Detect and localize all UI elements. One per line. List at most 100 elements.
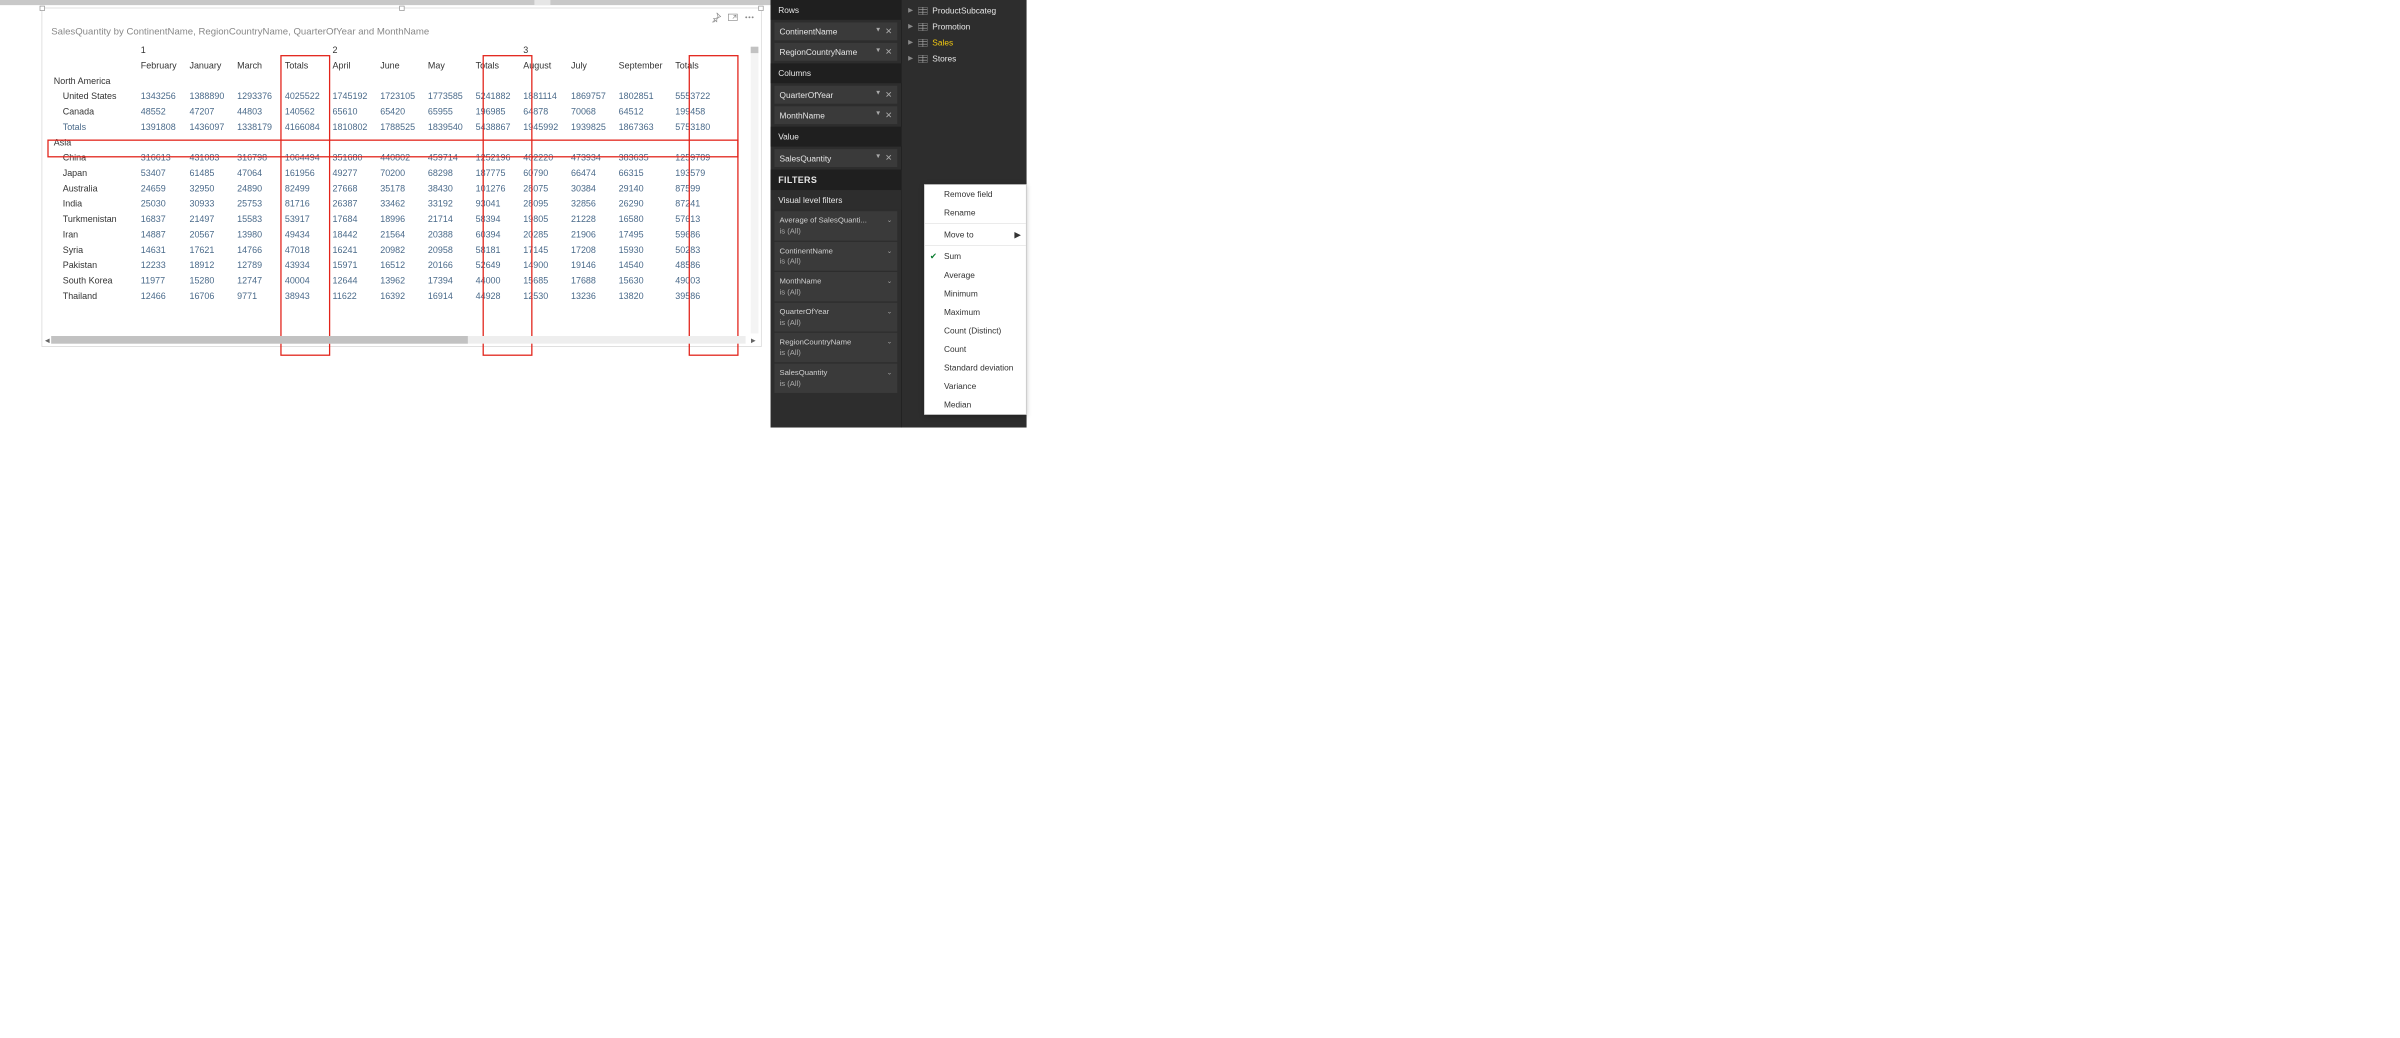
cell-value[interactable]: 21714 xyxy=(422,211,470,226)
cell-value[interactable]: 66315 xyxy=(612,165,669,180)
menu-rename[interactable]: Rename xyxy=(925,204,1026,223)
columns-field-well[interactable]: MonthName▼✕ xyxy=(774,106,897,124)
cell-value[interactable]: 33192 xyxy=(422,196,470,211)
menu-median[interactable]: Median xyxy=(925,396,1026,415)
cell-value[interactable]: 13980 xyxy=(231,227,279,242)
cell-value[interactable]: 1869757 xyxy=(565,88,613,103)
cell-value[interactable]: 193579 xyxy=(669,165,717,180)
row-label[interactable]: Canada xyxy=(51,104,134,119)
fields-table-item[interactable]: ▶ProductSubcateg xyxy=(902,3,1027,19)
cell-value[interactable]: 70200 xyxy=(374,165,422,180)
columns-field-well[interactable]: QuarterOfYear▼✕ xyxy=(774,86,897,104)
filter-card[interactable]: Average of SalesQuanti...is (All)⌄ xyxy=(774,211,897,240)
cell-value[interactable]: 101276 xyxy=(469,180,517,195)
cell-value[interactable]: 161956 xyxy=(278,165,326,180)
cell-value[interactable]: 35178 xyxy=(374,180,422,195)
cell-value[interactable]: 14766 xyxy=(231,242,279,257)
cell-value[interactable]: 1338179 xyxy=(231,119,279,134)
cell-value[interactable]: 52649 xyxy=(469,257,517,272)
vertical-scrollbar[interactable] xyxy=(751,47,759,334)
cell-value[interactable]: 459714 xyxy=(422,150,470,165)
chevron-down-icon[interactable]: ⌄ xyxy=(887,338,892,347)
cell-value[interactable]: 82499 xyxy=(278,180,326,195)
cell-value[interactable]: 14887 xyxy=(134,227,183,242)
chevron-down-icon[interactable]: ⌄ xyxy=(887,308,892,317)
cell-value[interactable]: 68298 xyxy=(422,165,470,180)
scroll-right-icon[interactable]: ► xyxy=(750,336,758,345)
cell-value[interactable]: 17495 xyxy=(612,227,669,242)
pin-icon[interactable] xyxy=(711,12,721,22)
cell-value[interactable]: 16241 xyxy=(326,242,374,257)
cell-value[interactable]: 18442 xyxy=(326,227,374,242)
cell-value[interactable]: 12644 xyxy=(326,273,374,288)
cell-value[interactable]: 12466 xyxy=(134,288,183,303)
cell-value[interactable]: 64878 xyxy=(517,104,565,119)
cell-value[interactable]: 60394 xyxy=(469,227,517,242)
cell-value[interactable]: 402220 xyxy=(517,150,565,165)
menu-sum[interactable]: ✔Sum xyxy=(925,247,1026,266)
row-label[interactable]: Thailand xyxy=(51,288,134,303)
cell-value[interactable]: 26290 xyxy=(612,196,669,211)
resize-handle[interactable] xyxy=(40,6,45,11)
cell-value[interactable]: 44803 xyxy=(231,104,279,119)
cell-value[interactable]: 87599 xyxy=(669,180,717,195)
cell-value[interactable]: 70068 xyxy=(565,104,613,119)
cell-value[interactable]: 43934 xyxy=(278,257,326,272)
cell-value[interactable]: 20567 xyxy=(183,227,231,242)
cell-value[interactable]: 61485 xyxy=(183,165,231,180)
cell-value[interactable]: 58181 xyxy=(469,242,517,257)
chevron-down-icon[interactable]: ⌄ xyxy=(887,216,892,225)
row-label[interactable]: Pakistan xyxy=(51,257,134,272)
cell-value[interactable]: 27668 xyxy=(326,180,374,195)
chevron-down-icon[interactable]: ⌄ xyxy=(887,247,892,256)
cell-value[interactable]: 187775 xyxy=(469,165,517,180)
cell-value[interactable]: 20166 xyxy=(422,257,470,272)
cell-value[interactable]: 47207 xyxy=(183,104,231,119)
cell-value[interactable]: 21497 xyxy=(183,211,231,226)
cell-value[interactable]: 4025522 xyxy=(278,88,326,103)
row-label[interactable]: China xyxy=(51,150,134,165)
cell-value[interactable]: 21228 xyxy=(565,211,613,226)
cell-value[interactable]: 19146 xyxy=(565,257,613,272)
cell-value[interactable]: 17688 xyxy=(565,273,613,288)
chevron-down-icon[interactable]: ▼ xyxy=(875,153,881,163)
cell-value[interactable]: 38943 xyxy=(278,288,326,303)
month-header[interactable]: August xyxy=(517,58,565,73)
remove-field-icon[interactable]: ✕ xyxy=(885,110,892,120)
menu-count-distinct[interactable]: Count (Distinct) xyxy=(925,321,1026,340)
cell-value[interactable]: 1939825 xyxy=(565,119,613,134)
cell-value[interactable]: 16837 xyxy=(134,211,183,226)
row-label[interactable]: Syria xyxy=(51,242,134,257)
cell-value[interactable]: 18912 xyxy=(183,257,231,272)
cell-value[interactable]: 48552 xyxy=(134,104,183,119)
cell-value[interactable]: 431083 xyxy=(183,150,231,165)
cell-value[interactable]: 38430 xyxy=(422,180,470,195)
cell-value[interactable]: 48586 xyxy=(669,257,717,272)
cell-value[interactable]: 26387 xyxy=(326,196,374,211)
cell-value[interactable]: 17208 xyxy=(565,242,613,257)
month-header[interactable]: June xyxy=(374,58,422,73)
group-header[interactable]: North America xyxy=(51,73,716,88)
cell-value[interactable]: 1293376 xyxy=(231,88,279,103)
expand-icon[interactable]: ▶ xyxy=(908,7,913,14)
row-label[interactable]: Totals xyxy=(51,119,134,134)
cell-value[interactable]: 12789 xyxy=(231,257,279,272)
cell-value[interactable]: 39586 xyxy=(669,288,717,303)
cell-value[interactable]: 5241882 xyxy=(469,88,517,103)
expand-icon[interactable]: ▶ xyxy=(908,23,913,30)
fields-table-item[interactable]: ▶Sales xyxy=(902,35,1027,51)
month-header[interactable]: March xyxy=(231,58,279,73)
cell-value[interactable]: 20982 xyxy=(374,242,422,257)
row-label[interactable]: Japan xyxy=(51,165,134,180)
cell-value[interactable]: 30384 xyxy=(565,180,613,195)
scroll-left-icon[interactable]: ◄ xyxy=(44,336,52,345)
remove-field-icon[interactable]: ✕ xyxy=(885,90,892,100)
cell-value[interactable]: 49277 xyxy=(326,165,374,180)
cell-value[interactable]: 383635 xyxy=(612,150,669,165)
cell-value[interactable]: 15630 xyxy=(612,273,669,288)
cell-value[interactable]: 1259789 xyxy=(669,150,717,165)
cell-value[interactable]: 44928 xyxy=(469,288,517,303)
cell-value[interactable]: 16580 xyxy=(612,211,669,226)
cell-value[interactable]: 14631 xyxy=(134,242,183,257)
cell-value[interactable]: 13820 xyxy=(612,288,669,303)
